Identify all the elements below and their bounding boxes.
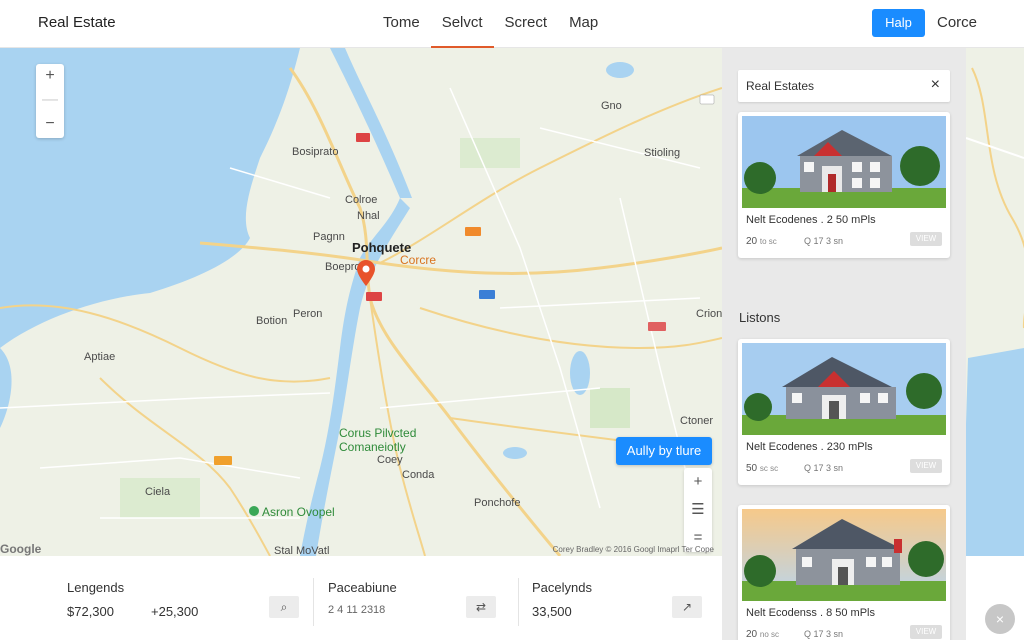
location-pin-icon[interactable]	[357, 260, 375, 291]
listing-meta: Q 17 3 sn	[804, 463, 844, 473]
listing-beds: 20 to sc	[746, 236, 777, 247]
swap-icon[interactable]: ⇄	[466, 596, 496, 618]
help-button[interactable]: Halp	[872, 9, 925, 37]
section-title: Listons	[739, 310, 781, 325]
listing-meta: Q 17 3 sn	[804, 629, 844, 639]
view-button[interactable]: VIEW	[910, 459, 942, 473]
search-card[interactable]: Real Estates ×	[738, 70, 950, 102]
map-graphic	[0, 48, 722, 556]
listing-title: Nelt Ecodenes . 2 50 mPls	[746, 214, 876, 226]
bottom-summary-bar: Lengends $72,300 +25,300 ⌕ Paceabiune 2 …	[0, 556, 722, 640]
plus-icon[interactable]: +	[684, 468, 712, 496]
close-fab-icon[interactable]: ×	[985, 604, 1015, 634]
tab-screct[interactable]: Screct	[494, 0, 559, 48]
column-heading: Lengends	[67, 580, 125, 595]
top-header: Real Estate Tome Selvct Screct Map Halp …	[0, 0, 1024, 48]
listing-beds: 50 sc sc	[746, 463, 779, 474]
map-label: Crion	[696, 308, 722, 320]
listing-meta: Q 17 3 sn	[804, 236, 844, 246]
divider	[313, 578, 314, 626]
parcel-column: Pacelynds 33,500 ↗	[532, 580, 712, 630]
view-button[interactable]: VIEW	[910, 625, 942, 639]
tab-tome[interactable]: Tome	[372, 0, 431, 48]
search-query[interactable]: Real Estates	[746, 79, 814, 93]
map-label: Nhal	[357, 210, 380, 222]
tab-selvct[interactable]: Selvct	[430, 0, 494, 48]
listing-card[interactable]: Nelt Ecodenes . 2 50 mPls 20 to sc Q 17 …	[738, 112, 950, 258]
listing-title: Nelt Ecodenes . 230 mPls	[746, 441, 873, 453]
listing-beds: 20 no sc	[746, 629, 780, 640]
house-photo	[742, 343, 946, 435]
map-label: Aptiae	[84, 351, 116, 363]
listing-card[interactable]: Nelt Ecodenss . 8 50 mPls 20 no sc Q 17 …	[738, 505, 950, 640]
map-view[interactable]: Bosiprato Colroe Nhal Pagnn Pohquete Boe…	[0, 48, 722, 556]
value-secondary: +25,300	[151, 604, 199, 619]
apply-filter-button[interactable]: Aully by tlure	[616, 437, 712, 465]
divider	[518, 578, 519, 626]
value-primary: 2 4 11 2318	[328, 604, 386, 616]
map-label: Coey	[377, 454, 403, 466]
expand-icon[interactable]: ↗	[672, 596, 702, 618]
column-heading: Pacelynds	[532, 580, 592, 595]
zoom-out-button[interactable]: −	[36, 112, 64, 136]
listings-panel: Real Estates × Nelt Ecodenes . 2 50 mPls…	[722, 48, 966, 640]
map-label: Ciela	[145, 486, 171, 498]
map-label: Bosiprato	[292, 146, 339, 158]
map-label: Corus Pilvcted	[339, 426, 417, 440]
map-label: Botion	[256, 315, 288, 327]
listing-title: Nelt Ecodenss . 8 50 mPls	[746, 607, 876, 619]
pace-column: Paceabiune 2 4 11 2318 ⇄	[328, 580, 508, 630]
search-icon[interactable]: ⌕	[269, 596, 299, 618]
map-label: Ctoner	[680, 415, 714, 427]
cancel-link[interactable]: Corce	[937, 14, 977, 31]
column-heading: Paceabiune	[328, 580, 397, 595]
map-label: Conda	[402, 469, 435, 481]
layers-icon[interactable]: ☰	[684, 496, 712, 524]
close-icon[interactable]: ×	[931, 76, 940, 94]
map-zoom-control: + — −	[36, 64, 64, 138]
view-button[interactable]: VIEW	[910, 232, 942, 246]
map-label: Stal MoVatl	[274, 545, 330, 556]
nav-tabs: Tome Selvct Screct Map	[372, 0, 609, 48]
map-label: Comaneiotly	[339, 440, 406, 454]
map-label: Stioling	[644, 147, 681, 159]
map-label: Asron Ovopel	[262, 505, 335, 519]
brand-title[interactable]: Real Estate	[38, 14, 116, 31]
legend-column: Lengends $72,300 +25,300 ⌕	[67, 580, 307, 630]
value-primary: 33,500	[532, 604, 572, 619]
map-label: Pagnn	[313, 231, 345, 243]
value-primary: $72,300	[67, 604, 114, 619]
map-label: Gno	[601, 100, 622, 112]
map-label: Peron	[293, 308, 323, 320]
zoom-in-button[interactable]: +	[36, 64, 64, 88]
map-label: Ponchofe	[474, 497, 521, 509]
house-photo	[742, 116, 946, 208]
house-photo	[742, 509, 946, 601]
zoom-divider: —	[42, 91, 58, 108]
map-label: Colroe	[345, 194, 378, 206]
google-logo: Google	[0, 542, 42, 556]
tab-map[interactable]: Map	[558, 0, 609, 48]
map-credits: Corey Bradley © 2016 Googl Imaprl Ter Co…	[552, 545, 714, 554]
map-label: Corcre	[400, 253, 437, 267]
map-side-controls: + ☰ =	[684, 468, 712, 552]
listing-card[interactable]: Nelt Ecodenes . 230 mPls 50 sc sc Q 17 3…	[738, 339, 950, 485]
